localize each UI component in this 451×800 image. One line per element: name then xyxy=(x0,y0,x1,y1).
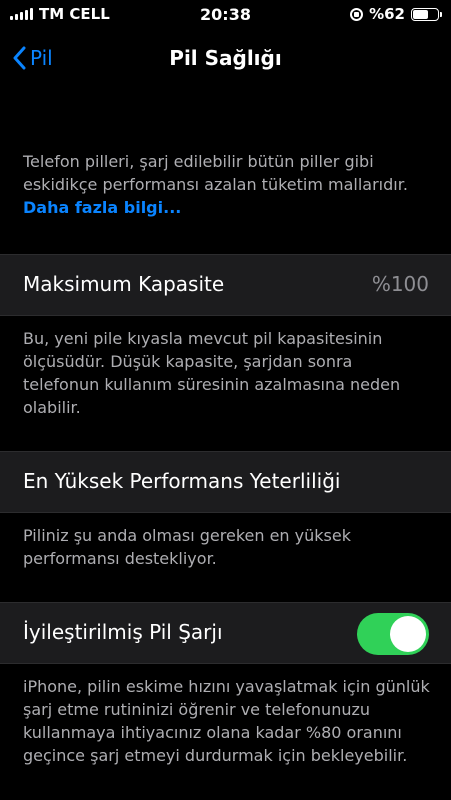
maximum-capacity-row: Maksimum Kapasite %100 xyxy=(0,254,451,316)
peak-performance-row: En Yüksek Performans Yeterliliği xyxy=(0,451,451,513)
battery-fill xyxy=(413,9,428,19)
performance-footnote: Piliniz şu anda olması gereken en yüksek… xyxy=(23,526,351,568)
capacity-footnote: Bu, yeni pile kıyasla mevcut pil kapasit… xyxy=(23,329,401,417)
status-bar: TM CELL 20:38 %62 xyxy=(0,0,451,30)
rotation-lock-icon xyxy=(350,7,364,21)
battery-icon xyxy=(411,7,442,21)
battery-percent: %62 xyxy=(369,5,405,23)
optimized-charging-label: İyileştirilmiş Pil Şarjı xyxy=(23,620,223,644)
nav-bar: Pil Pil Sağlığı xyxy=(0,38,451,82)
status-right: %62 xyxy=(350,5,442,23)
intro-description: Telefon pilleri, şarj edilebilir bütün p… xyxy=(23,150,423,219)
intro-text: Telefon pilleri, şarj edilebilir bütün p… xyxy=(23,152,408,194)
optimized-charging-toggle[interactable] xyxy=(357,613,429,655)
optimized-charging-row: İyileştirilmiş Pil Şarjı xyxy=(0,602,451,664)
page-title: Pil Sağlığı xyxy=(169,46,282,70)
learn-more-link[interactable]: Daha fazla bilgi... xyxy=(23,198,181,217)
maximum-capacity-label: Maksimum Kapasite xyxy=(23,272,225,296)
peak-performance-label: En Yüksek Performans Yeterliliği xyxy=(23,469,341,493)
maximum-capacity-value: %100 xyxy=(371,272,429,296)
toggle-knob xyxy=(390,616,426,652)
optimized-charging-footnote: iPhone, pilin eskime hızını yavaşlatmak … xyxy=(23,677,430,765)
